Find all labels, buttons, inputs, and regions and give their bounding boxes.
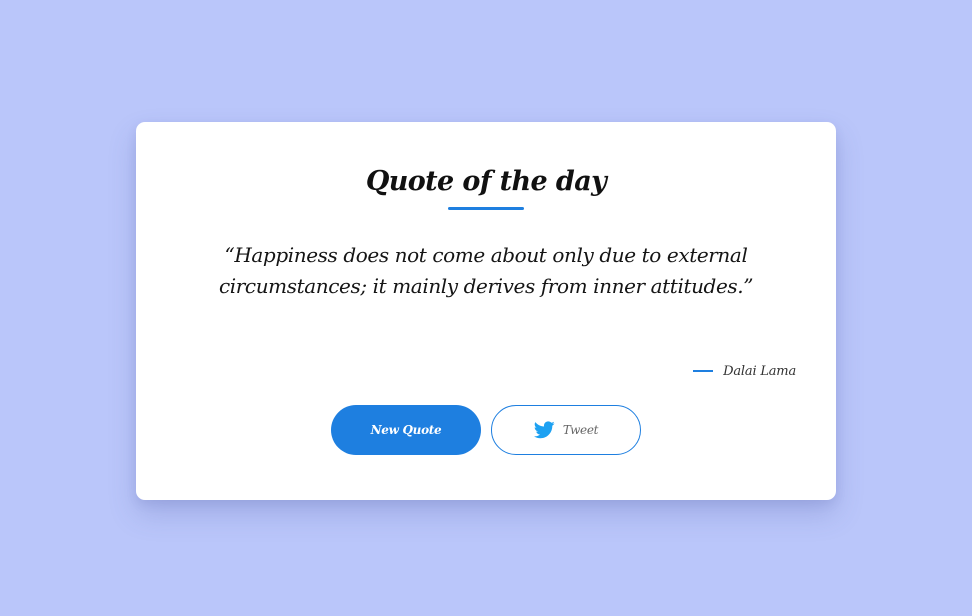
- tweet-label: Tweet: [562, 423, 599, 437]
- new-quote-button[interactable]: New Quote: [331, 405, 481, 455]
- author-name: Dalai Lama: [723, 363, 796, 379]
- tweet-button[interactable]: Tweet: [491, 405, 641, 455]
- quote-card: Quote of the day “Happiness does not com…: [136, 122, 836, 500]
- twitter-bird-icon: [533, 421, 555, 439]
- author-dash: [693, 370, 714, 372]
- title-underline: [448, 207, 524, 210]
- card-title: Quote of the day: [365, 166, 607, 197]
- author-attribution: Dalai Lama: [693, 360, 796, 382]
- new-quote-label: New Quote: [370, 423, 442, 437]
- quote-text: “Happiness does not come about only due …: [218, 243, 754, 298]
